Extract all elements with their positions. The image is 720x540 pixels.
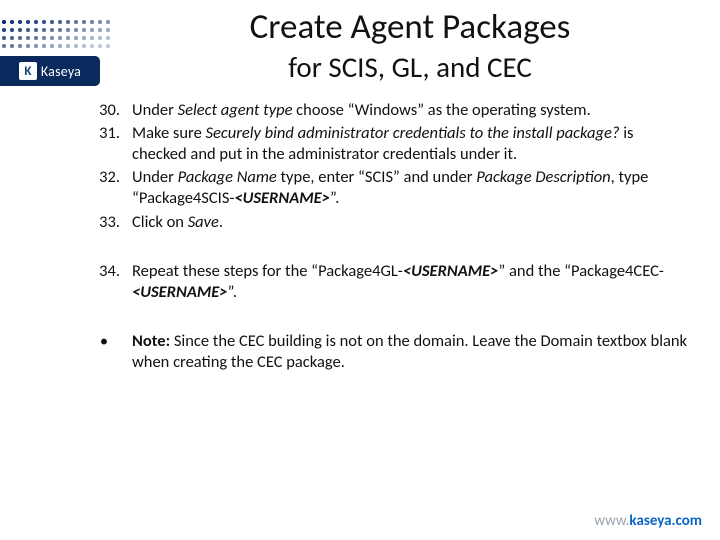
step-number: 32. [88, 167, 132, 209]
step-34: 34. Repeat these steps for the “Package4… [88, 261, 690, 303]
step-32: 32. Under Package Name type, enter “SCIS… [88, 167, 690, 209]
bullet-icon: • [88, 331, 132, 373]
step-text: Under Package Name type, enter “SCIS” an… [132, 167, 690, 209]
logo-dot-grid [0, 18, 110, 52]
step-number: 33. [88, 212, 132, 233]
step-text: Make sure Securely bind administrator cr… [132, 123, 690, 165]
title-sub: for SCIS, GL, and CEC [120, 49, 700, 85]
step-33: 33. Click on Save. [88, 212, 690, 233]
note-text: Note: Since the CEC building is not on t… [132, 331, 690, 373]
note-bullet: • Note: Since the CEC building is not on… [88, 331, 690, 373]
step-30: 30. Under Select agent type choose “Wind… [88, 100, 690, 121]
url-www: www. [594, 512, 629, 530]
slide-title: Create Agent Packages for SCIS, GL, and … [120, 8, 700, 85]
step-number: 34. [88, 261, 132, 303]
logo-brand-text: Kaseya [41, 63, 81, 80]
step-number: 31. [88, 123, 132, 165]
step-text: Repeat these steps for the “Package4GL-<… [132, 261, 690, 303]
title-main: Create Agent Packages [120, 8, 700, 47]
logo-tab: K Kaseya [0, 56, 100, 86]
logo-k-icon: K [19, 62, 37, 80]
footer-url: www.kaseya.com [594, 512, 702, 530]
slide-body: 30. Under Select agent type choose “Wind… [88, 100, 690, 373]
brand-logo: K Kaseya [0, 18, 110, 92]
url-domain: kaseya.com [629, 512, 702, 530]
step-text: Under Select agent type choose “Windows”… [132, 100, 690, 121]
step-number: 30. [88, 100, 132, 121]
step-31: 31. Make sure Securely bind administrato… [88, 123, 690, 165]
step-text: Click on Save. [132, 212, 690, 233]
